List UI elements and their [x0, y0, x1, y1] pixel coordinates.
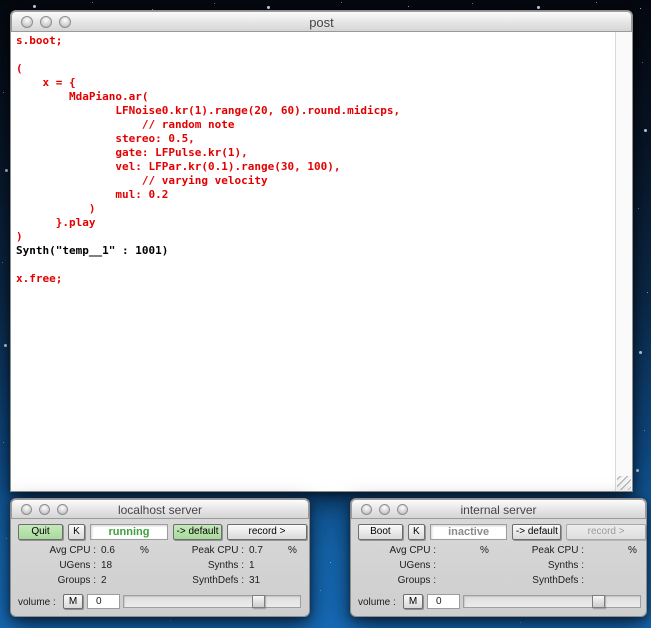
quit-button[interactable]: Quit	[18, 524, 63, 540]
code-line: // random note	[16, 118, 235, 131]
avg-cpu-value	[436, 545, 478, 560]
code-line-result: Synth("temp__1" : 1001)	[16, 244, 169, 257]
groups-value: 2	[101, 575, 107, 586]
code-line: )	[16, 202, 96, 215]
avg-cpu-percent: %	[480, 545, 489, 556]
synthdefs-label: SynthDefs :	[532, 575, 584, 586]
localhost-volume-row: volume : M 0	[11, 594, 309, 610]
volume-slider[interactable]	[123, 595, 301, 608]
make-default-button[interactable]: -> default	[512, 524, 562, 540]
server-status: running	[90, 524, 168, 540]
resize-grip[interactable]	[617, 476, 631, 490]
code-line: s.boot;	[16, 34, 63, 47]
ugens-label: UGens :	[59, 560, 96, 571]
synths-label: Synths :	[207, 560, 244, 571]
code-line: (	[16, 62, 23, 75]
localhost-window-title: localhost server	[117, 503, 203, 517]
synthdefs-value	[584, 575, 626, 590]
volume-label: volume :	[18, 597, 56, 608]
post-window: post s.boot; ( x = { MdaPiano.ar( LFNois…	[10, 10, 633, 492]
peak-cpu-label: Peak CPU :	[191, 545, 244, 556]
peak-cpu-value	[584, 545, 626, 560]
code-line: stereo: 0.5,	[16, 132, 195, 145]
groups-value	[436, 575, 478, 590]
avg-cpu-label: Avg CPU :	[49, 545, 97, 556]
synths-label: Synths :	[547, 560, 584, 571]
code-line: }.play	[16, 216, 96, 229]
desktop-stars	[0, 0, 1, 1]
record-button[interactable]: record >	[227, 524, 307, 540]
ugens-value	[436, 560, 478, 575]
peak-cpu-percent: %	[288, 545, 297, 556]
volume-slider-thumb[interactable]	[592, 595, 606, 608]
volume-label: volume :	[358, 597, 396, 608]
groups-label: Groups :	[57, 575, 96, 586]
ugens-value: 18	[101, 560, 113, 571]
make-default-button[interactable]: -> default	[173, 524, 222, 540]
kill-button[interactable]: K	[407, 524, 425, 540]
boot-button[interactable]: Boot	[358, 524, 403, 540]
code-line: mul: 0.2	[16, 188, 169, 201]
code-line: LFNoise0.kr(1).range(20, 60).round.midic…	[16, 104, 401, 117]
peak-cpu-label: Peak CPU :	[531, 545, 584, 556]
synths-value: 1	[249, 560, 255, 571]
ugens-label: UGens :	[399, 560, 436, 571]
post-text-area[interactable]: s.boot; ( x = { MdaPiano.ar( LFNoise0.kr…	[11, 32, 632, 491]
server-status: inactive	[429, 524, 508, 540]
code-block: s.boot; ( x = { MdaPiano.ar( LFNoise0.kr…	[16, 34, 612, 286]
internal-stats: Avg CPU : % Peak CPU : % UGens : Synths …	[351, 545, 647, 590]
avg-cpu-percent: %	[140, 545, 149, 556]
mute-button[interactable]: M	[63, 594, 83, 609]
synthdefs-value: 31	[249, 575, 261, 586]
peak-cpu-value: 0.7	[249, 545, 263, 556]
localhost-stats: Avg CPU : 0.6 % Peak CPU : 0.7 % UGens :…	[11, 545, 307, 590]
internal-window-title: internal server	[460, 503, 537, 517]
code-line: x.free;	[16, 272, 63, 285]
code-line: vel: LFPar.kr(0.1).range(30, 100),	[16, 160, 341, 173]
code-line: MdaPiano.ar(	[16, 90, 149, 103]
volume-number-box[interactable]: 0	[87, 594, 120, 609]
mute-button[interactable]: M	[403, 594, 423, 609]
post-window-titlebar[interactable]: post	[11, 11, 632, 32]
code-line: x = {	[16, 76, 76, 89]
synthdefs-label: SynthDefs :	[192, 575, 244, 586]
volume-number-box[interactable]: 0	[427, 594, 460, 609]
internal-volume-row: volume : M 0	[351, 594, 646, 610]
vertical-scrollbar[interactable]	[615, 32, 632, 491]
localhost-server-window: localhost server Quit K running -> defau…	[10, 498, 310, 617]
code-line: // varying velocity	[16, 174, 268, 187]
groups-label: Groups :	[397, 575, 436, 586]
peak-cpu-percent: %	[628, 545, 637, 556]
avg-cpu-value: 0.6	[101, 545, 115, 556]
avg-cpu-label: Avg CPU :	[389, 545, 437, 556]
volume-slider[interactable]	[463, 595, 641, 608]
internal-button-row: Boot K inactive -> default record >	[351, 524, 646, 540]
record-button[interactable]: record >	[566, 524, 646, 540]
code-line: gate: LFPulse.kr(1),	[16, 146, 248, 159]
internal-server-window: internal server Boot K inactive -> defau…	[350, 498, 647, 617]
localhost-button-row: Quit K running -> default record >	[11, 524, 309, 540]
code-line: )	[16, 230, 23, 243]
localhost-titlebar[interactable]: localhost server	[11, 499, 309, 519]
kill-button[interactable]: K	[68, 524, 85, 540]
post-window-title: post	[309, 15, 334, 30]
desktop: post s.boot; ( x = { MdaPiano.ar( LFNois…	[0, 0, 651, 628]
internal-titlebar[interactable]: internal server	[351, 499, 646, 519]
synths-value	[584, 560, 626, 575]
volume-slider-thumb[interactable]	[252, 595, 266, 608]
